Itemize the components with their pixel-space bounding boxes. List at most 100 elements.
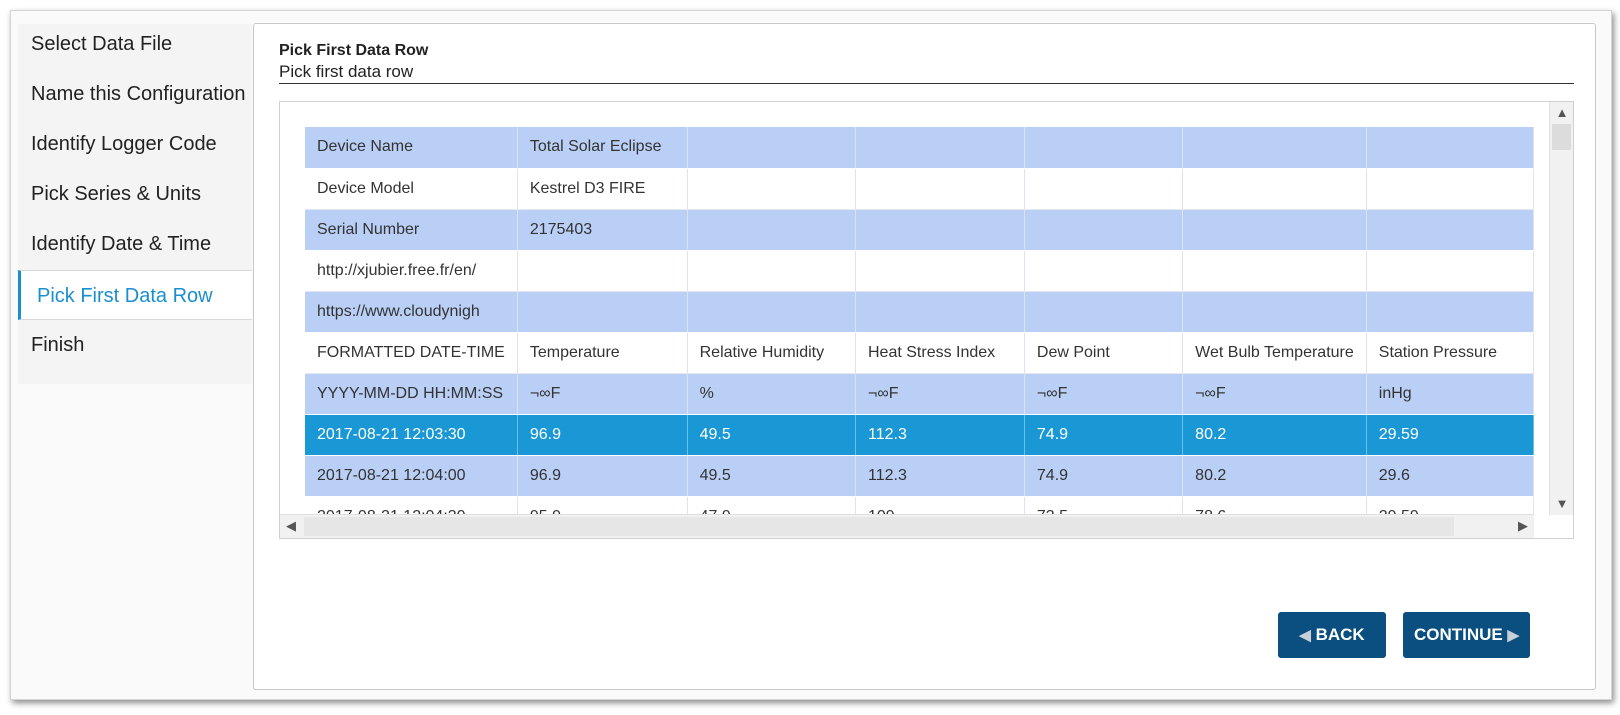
data-table: Device Name Total Solar Eclipse Device Mod…	[305, 127, 1534, 515]
table-cell: 29.6	[1366, 455, 1534, 497]
table-cell: 2017-08-21 12:04:30	[305, 496, 518, 515]
table-cell	[1024, 127, 1184, 169]
triangle-left-icon: ◀	[1299, 627, 1311, 644]
table-cell: Station Pressure	[1366, 332, 1534, 374]
step-identify-date-time[interactable]: Identify Date & Time	[18, 219, 252, 269]
table-cell	[1182, 250, 1367, 292]
table-row[interactable]: 2017-08-21 12:03:30 96.9 49.5 112.3 74.9 80.2…	[305, 414, 1534, 456]
table-cell: Heat Stress Index	[855, 332, 1025, 374]
table-cell: ¬∞F	[855, 373, 1025, 415]
table-cell	[1182, 291, 1367, 333]
step-pick-first-data-row[interactable]: Pick First Data Row	[18, 270, 252, 320]
table-cell: Temperature	[517, 332, 688, 374]
table-row[interactable]: 2017-08-21 12:04:3095.947.910973.578.629…	[305, 496, 1534, 515]
table-cell: ¬∞F	[517, 373, 688, 415]
table-cell	[855, 291, 1025, 333]
continue-button[interactable]: CONTINUE ▶	[1403, 612, 1530, 658]
table-cell: 112.3	[855, 414, 1025, 456]
step-name-configuration[interactable]: Name this Configuration	[18, 69, 252, 119]
table-cell	[855, 250, 1025, 292]
table-row[interactable]: FORMATTED DATE-TIME Temperature Relative H…	[305, 332, 1534, 374]
table-row[interactable]: YYYY-MM-DD HH:MM:SS ¬∞F% ¬∞F ¬∞F ¬∞F inHg	[305, 373, 1534, 415]
table-cell: 80.2	[1182, 414, 1367, 456]
table-row[interactable]: Device Model Kestrel D3 FIRE	[305, 168, 1534, 210]
step-finish[interactable]: Finish	[18, 320, 252, 370]
table-cell: Dew Point	[1024, 332, 1184, 374]
panel-subtitle: Pick first data row	[279, 62, 414, 81]
table-cell: 2017-08-21 12:03:30	[305, 414, 518, 456]
table-cell	[687, 250, 857, 292]
table-cell: 49.5	[687, 414, 857, 456]
table-cell	[855, 127, 1025, 169]
table-cell	[1182, 209, 1367, 251]
table-cell	[1366, 127, 1534, 169]
table-cell	[1024, 250, 1184, 292]
grid-viewport: Device Name Total Solar Eclipse Device Mod…	[280, 102, 1534, 515]
back-button-label: BACK	[1315, 625, 1365, 644]
table-cell: Total Solar Eclipse	[517, 127, 688, 169]
table-cell: Wet Bulb Temperature	[1182, 332, 1367, 374]
table-row[interactable]: https://www.cloudynigh	[305, 291, 1534, 333]
table-cell: 73.5	[1024, 496, 1184, 515]
step-pick-series-units[interactable]: Pick Series & Units	[18, 169, 252, 219]
table-cell: https://www.cloudynigh	[305, 291, 518, 333]
table-cell: Device Model	[305, 168, 518, 210]
scroll-down-arrow-icon[interactable]: ▼	[1551, 493, 1573, 515]
table-cell	[1366, 291, 1534, 333]
table-cell	[687, 291, 857, 333]
horizontal-scrollbar[interactable]: ◀ ▶	[280, 514, 1534, 538]
table-cell	[687, 127, 857, 169]
table-cell	[1366, 168, 1534, 210]
table-cell	[687, 168, 857, 210]
scroll-right-arrow-icon[interactable]: ▶	[1512, 515, 1534, 537]
table-cell: 74.9	[1024, 414, 1184, 456]
title-divider	[279, 83, 1574, 84]
table-cell	[1024, 209, 1184, 251]
table-cell: ¬∞F	[1024, 373, 1184, 415]
step-identify-logger-code[interactable]: Identify Logger Code	[18, 119, 252, 169]
table-cell: Relative Humidity	[687, 332, 857, 374]
table-cell	[1182, 127, 1367, 169]
table-cell: 78.6	[1182, 496, 1367, 515]
table-cell: 2175403	[517, 209, 688, 251]
panel-title: Pick First Data Row	[279, 42, 429, 59]
table-cell: 96.9	[517, 455, 688, 497]
table-cell	[517, 291, 688, 333]
table-row[interactable]: Device Name Total Solar Eclipse	[305, 127, 1534, 169]
table-cell: 49.5	[687, 455, 857, 497]
back-button[interactable]: ◀ BACK	[1278, 612, 1386, 658]
table-cell: Kestrel D3 FIRE	[517, 168, 688, 210]
table-cell	[687, 209, 857, 251]
table-cell	[855, 209, 1025, 251]
table-row[interactable]: Serial Number 2175403	[305, 209, 1534, 251]
table-cell	[1182, 168, 1367, 210]
table-row[interactable]: http://xjubier.free.fr/en/	[305, 250, 1534, 292]
table-cell: inHg	[1366, 373, 1534, 415]
vertical-scrollbar[interactable]: ▲ ▼	[1549, 102, 1573, 515]
scroll-left-arrow-icon[interactable]: ◀	[280, 515, 302, 537]
table-cell	[517, 250, 688, 292]
vertical-scroll-thumb[interactable]	[1552, 124, 1571, 150]
step-select-data-file[interactable]: Select Data File	[18, 19, 252, 69]
table-cell: 74.9	[1024, 455, 1184, 497]
table-cell: http://xjubier.free.fr/en/	[305, 250, 518, 292]
table-cell: 112.3	[855, 455, 1025, 497]
table-cell	[1366, 209, 1534, 251]
table-cell: ¬∞F	[1182, 373, 1367, 415]
table-cell: Serial Number	[305, 209, 518, 251]
table-cell: 95.9	[517, 496, 688, 515]
table-cell: 47.9	[687, 496, 857, 515]
table-cell: YYYY-MM-DD HH:MM:SS	[305, 373, 518, 415]
table-cell: 80.2	[1182, 455, 1367, 497]
scroll-up-arrow-icon[interactable]: ▲	[1551, 102, 1573, 124]
table-cell	[1024, 168, 1184, 210]
table-cell	[1024, 291, 1184, 333]
table-cell: 109	[855, 496, 1025, 515]
table-row[interactable]: 2017-08-21 12:04:00 96.9 49.5 112.3 74.9 80.2…	[305, 455, 1534, 497]
data-preview-grid[interactable]: Device Name Total Solar Eclipse Device Mod…	[279, 101, 1574, 539]
table-cell	[855, 168, 1025, 210]
table-cell: 29.59	[1366, 414, 1534, 456]
continue-button-label: CONTINUE	[1413, 625, 1503, 644]
table-cell	[1366, 250, 1534, 292]
horizontal-scroll-thumb[interactable]	[304, 517, 1454, 536]
